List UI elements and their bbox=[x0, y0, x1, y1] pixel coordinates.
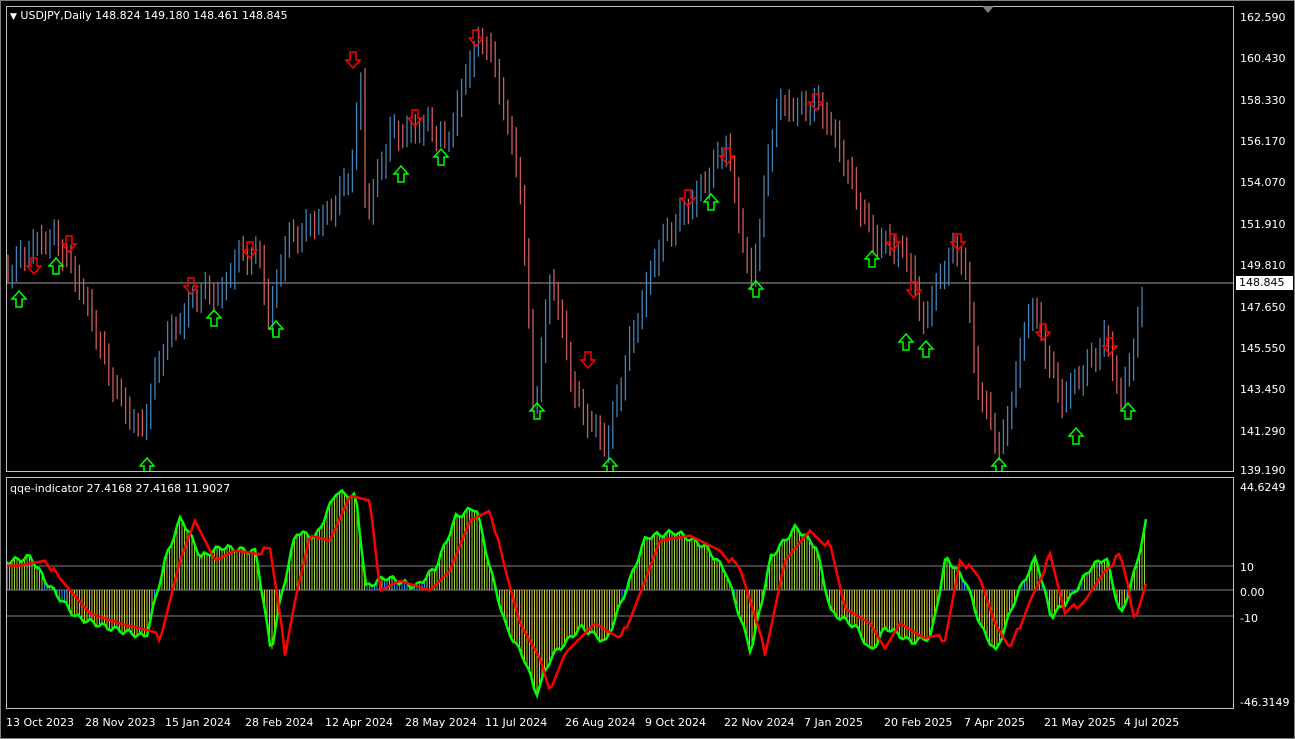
indicator-max-label: 44.6249 bbox=[1240, 481, 1286, 494]
price-axis-label: 145.550 bbox=[1240, 342, 1286, 355]
indicator-title: qqe-indicator 27.4168 27.4168 11.9027 bbox=[10, 482, 231, 495]
buy-arrow-icon bbox=[702, 192, 720, 211]
sell-arrow-icon bbox=[807, 93, 825, 112]
sell-arrow-icon bbox=[579, 351, 597, 370]
date-axis-label: 26 Aug 2024 bbox=[565, 716, 636, 729]
sell-arrow-icon bbox=[241, 241, 259, 260]
buy-arrow-icon bbox=[897, 332, 915, 351]
buy-arrow-icon bbox=[10, 289, 28, 308]
indicator-level-label: -10 bbox=[1240, 612, 1258, 625]
sell-arrow-icon bbox=[182, 277, 200, 296]
price-panel[interactable] bbox=[6, 6, 1234, 472]
date-axis-label: 15 Jan 2024 bbox=[165, 716, 231, 729]
symbol-ohlc-label: USDJPY,Daily 148.824 149.180 148.461 148… bbox=[20, 9, 288, 22]
date-axis-label: 4 Jul 2025 bbox=[1124, 716, 1180, 729]
price-axis-label: 158.330 bbox=[1240, 94, 1286, 107]
buy-arrow-icon bbox=[138, 456, 156, 472]
indicator-min-label: -46.3149 bbox=[1240, 696, 1290, 709]
date-axis-label: 28 May 2024 bbox=[405, 716, 477, 729]
chart-title-row: ▼ USDJPY,Daily 148.824 149.180 148.461 1… bbox=[10, 9, 288, 22]
date-axis-label: 22 Nov 2024 bbox=[724, 716, 795, 729]
buy-arrow-icon bbox=[392, 164, 410, 183]
qqe-indicator-panel[interactable] bbox=[6, 477, 1234, 709]
chart-shift-marker-icon[interactable] bbox=[982, 6, 994, 13]
price-axis-label: 151.910 bbox=[1240, 218, 1286, 231]
buy-arrow-icon bbox=[1067, 426, 1085, 445]
buy-arrow-icon bbox=[917, 339, 935, 358]
price-axis-label: 160.430 bbox=[1240, 52, 1286, 65]
indicator-zero-label: 0.00 bbox=[1240, 586, 1265, 599]
sell-arrow-icon bbox=[344, 51, 362, 70]
current-price-tag: 148.845 bbox=[1236, 276, 1293, 290]
date-axis-label: 7 Apr 2025 bbox=[964, 716, 1026, 729]
date-axis-label: 9 Oct 2024 bbox=[645, 716, 707, 729]
date-axis-label: 12 Apr 2024 bbox=[325, 716, 394, 729]
buy-arrow-icon bbox=[47, 256, 65, 275]
price-axis-label: 156.170 bbox=[1240, 135, 1286, 148]
price-axis-label: 141.290 bbox=[1240, 425, 1286, 438]
price-axis-label: 149.810 bbox=[1240, 259, 1286, 272]
date-axis-label: 20 Feb 2025 bbox=[884, 716, 953, 729]
buy-arrow-icon bbox=[1119, 401, 1137, 420]
buy-arrow-icon bbox=[267, 319, 285, 338]
price-axis-label: 143.450 bbox=[1240, 383, 1286, 396]
price-axis-label: 139.190 bbox=[1240, 464, 1286, 477]
price-axis-label: 162.590 bbox=[1240, 11, 1286, 24]
price-axis-label: 147.650 bbox=[1240, 301, 1286, 314]
indicator-level-label: 10 bbox=[1240, 561, 1254, 574]
price-axis-label: 154.070 bbox=[1240, 176, 1286, 189]
date-axis-label: 11 Jul 2024 bbox=[485, 716, 548, 729]
sell-arrow-icon bbox=[1101, 337, 1119, 356]
date-axis-label: 21 May 2025 bbox=[1044, 716, 1116, 729]
date-axis-label: 28 Nov 2023 bbox=[85, 716, 156, 729]
sell-arrow-icon bbox=[1034, 323, 1052, 342]
date-axis-label: 7 Jan 2025 bbox=[804, 716, 863, 729]
triangle-down-icon[interactable]: ▼ bbox=[10, 12, 17, 22]
sell-arrow-icon bbox=[467, 29, 485, 48]
sell-arrow-icon bbox=[60, 235, 78, 254]
buy-arrow-icon bbox=[601, 456, 619, 472]
date-axis-label: 28 Feb 2024 bbox=[245, 716, 314, 729]
date-axis-label: 13 Oct 2023 bbox=[6, 716, 75, 729]
